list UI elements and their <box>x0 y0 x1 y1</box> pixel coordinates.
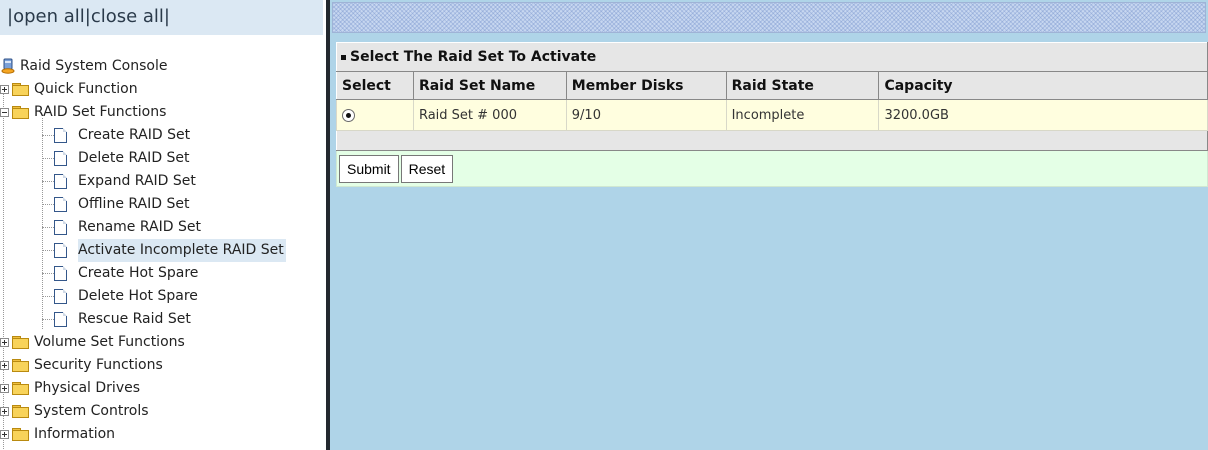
column-header-capacity: Capacity <box>878 71 1208 100</box>
activate-raid-set-form: Select The Raid Set To Activate Select R… <box>336 42 1208 187</box>
page-icon <box>54 174 67 189</box>
tree-item-label: Quick Function <box>34 81 138 97</box>
tree-child-expand-raid-set[interactable]: Expand RAID Set <box>0 170 326 193</box>
folder-icon <box>12 382 29 395</box>
tree-child-delete-raid-set[interactable]: Delete RAID Set <box>0 147 326 170</box>
navigation-frame: |open all|close all| Raid System Console… <box>0 0 326 450</box>
tree-item-security-functions[interactable]: Security Functions <box>0 354 326 377</box>
tree-item-label: RAID Set Functions <box>34 104 167 120</box>
tree-child-rename-raid-set[interactable]: Rename RAID Set <box>0 216 326 239</box>
close-all-link[interactable]: |close all| <box>85 6 170 27</box>
tree-child-offline-raid-set[interactable]: Offline RAID Set <box>0 193 326 216</box>
capacity-cell: 3200.0GB <box>878 99 1208 131</box>
page-icon <box>54 151 67 166</box>
expand-plus-icon[interactable] <box>0 85 9 94</box>
button-row: Submit Reset <box>336 150 1208 187</box>
content-frame: Select The Raid Set To Activate Select R… <box>330 0 1208 450</box>
table-row: Raid Set # 000 9/10 Incomplete 3200.0GB <box>336 99 1208 131</box>
tree-child-rescue-raid-set[interactable]: Rescue Raid Set <box>0 308 326 331</box>
page-icon <box>54 243 67 258</box>
tree-child-label: Delete Hot Spare <box>78 288 198 304</box>
submit-button[interactable]: Submit <box>339 154 399 183</box>
raid-set-name-cell: Raid Set # 000 <box>412 99 567 131</box>
column-header-select: Select <box>336 71 414 100</box>
tree-item-physical-drives[interactable]: Physical Drives <box>0 377 326 400</box>
folder-icon <box>12 428 29 441</box>
panel-title: Select The Raid Set To Activate <box>336 42 1208 72</box>
tree-child-label: Expand RAID Set <box>78 173 196 189</box>
tree-child-label: Rename RAID Set <box>78 219 201 235</box>
open-folder-icon <box>12 106 29 119</box>
folder-icon <box>12 405 29 418</box>
spacer-row <box>336 130 1208 151</box>
tree-item-label: Information <box>34 426 116 442</box>
tree-item-label: Security Functions <box>34 357 163 373</box>
tree-child-create-hot-spare[interactable]: Create Hot Spare <box>0 262 326 285</box>
tree-item-volume-set-functions[interactable]: Volume Set Functions <box>0 331 326 354</box>
tree-item-label: Volume Set Functions <box>34 334 185 350</box>
tree-child-label: Create Hot Spare <box>78 265 199 281</box>
tree-child-label: Rescue Raid Set <box>78 311 191 327</box>
tree-item-raid-set-functions[interactable]: RAID Set Functions <box>0 101 326 124</box>
page-icon <box>54 197 67 212</box>
reset-button[interactable]: Reset <box>400 154 454 183</box>
page-icon <box>54 128 67 143</box>
tree-root[interactable]: Raid System Console <box>0 55 326 78</box>
expand-plus-icon[interactable] <box>0 407 9 416</box>
open-all-link[interactable]: |open all <box>7 6 85 27</box>
folder-icon <box>12 83 29 96</box>
tree-item-label: System Controls <box>34 403 149 419</box>
disk-array-icon <box>0 58 16 74</box>
page-icon <box>54 312 67 327</box>
function-tree: Raid System Console Quick Function RAID … <box>0 55 326 450</box>
raid-state-cell: Incomplete <box>725 99 880 131</box>
tree-expand-bar: |open all|close all| <box>0 0 323 35</box>
page-icon <box>54 266 67 281</box>
expand-plus-icon[interactable] <box>0 430 9 439</box>
expand-plus-icon[interactable] <box>0 361 9 370</box>
page-icon <box>54 289 67 304</box>
column-header-raid-set-name: Raid Set Name <box>412 71 567 100</box>
tree-root-label: Raid System Console <box>20 58 168 74</box>
table-header-row: Select Raid Set Name Member Disks Raid S… <box>336 71 1208 100</box>
header-banner <box>332 2 1206 33</box>
member-disks-cell: 9/10 <box>565 99 727 131</box>
tree-item-information[interactable]: Information <box>0 423 326 446</box>
tree-child-label-selected: Activate Incomplete RAID Set <box>78 239 286 262</box>
column-header-member-disks: Member Disks <box>565 71 727 100</box>
tree-item-system-controls[interactable]: System Controls <box>0 400 326 423</box>
bullet-icon <box>341 54 346 60</box>
collapse-minus-icon[interactable] <box>0 108 9 117</box>
tree-child-activate-incomplete-raid-set[interactable]: Activate Incomplete RAID Set <box>0 239 326 262</box>
tree-child-create-raid-set[interactable]: Create RAID Set <box>0 124 326 147</box>
tree-child-label: Offline RAID Set <box>78 196 190 212</box>
expand-plus-icon[interactable] <box>0 338 9 347</box>
tree-child-label: Create RAID Set <box>78 127 191 143</box>
select-cell <box>336 99 414 131</box>
tree-child-delete-hot-spare[interactable]: Delete Hot Spare <box>0 285 326 308</box>
folder-icon <box>12 359 29 372</box>
tree-item-label: Physical Drives <box>34 380 141 396</box>
folder-icon <box>12 336 29 349</box>
expand-plus-icon[interactable] <box>0 384 9 393</box>
tree-child-label: Delete RAID Set <box>78 150 190 166</box>
page-icon <box>54 220 67 235</box>
tree-item-quick-function[interactable]: Quick Function <box>0 78 326 101</box>
column-header-raid-state: Raid State <box>725 71 880 100</box>
raid-set-radio-button[interactable] <box>342 108 355 122</box>
